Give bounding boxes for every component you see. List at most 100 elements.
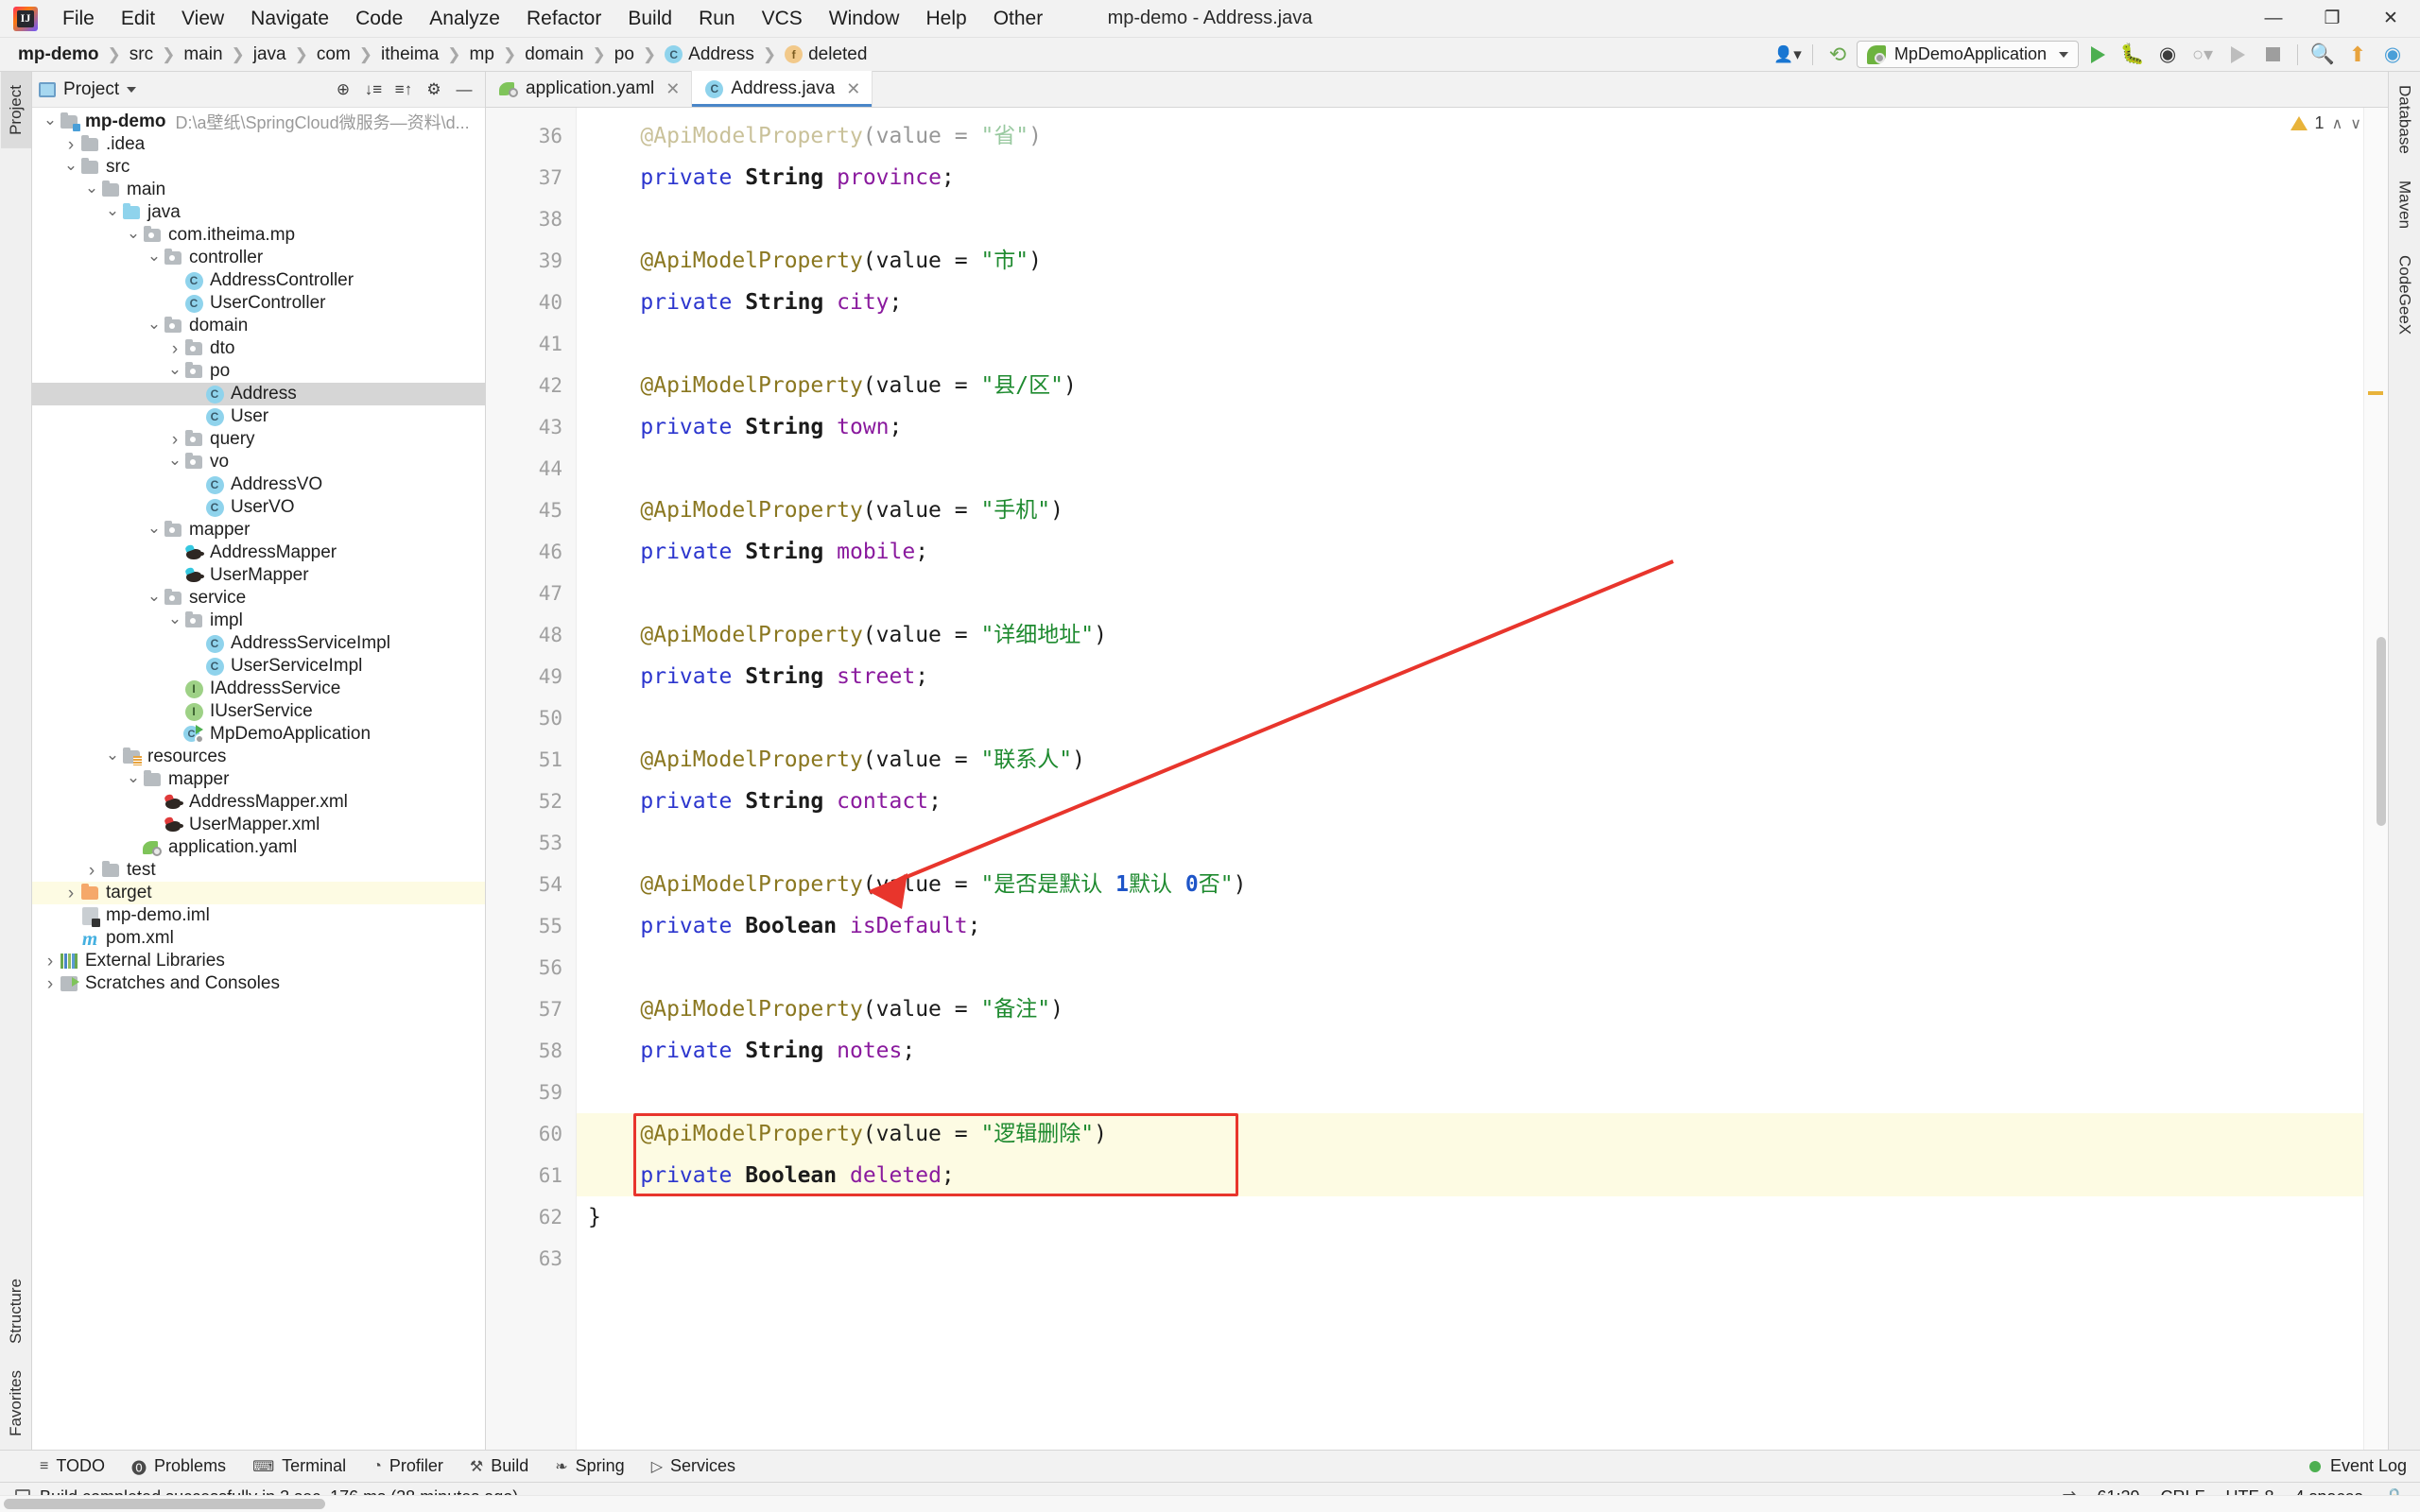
close-icon[interactable]: ✕ (666, 79, 680, 99)
code-line[interactable]: @ApiModelProperty(value = "手机") (577, 490, 2363, 531)
breadcrumb-item-main[interactable]: main (179, 43, 227, 67)
code-line[interactable]: private Boolean isDefault; (577, 905, 2363, 947)
tree-node-query[interactable]: query (32, 428, 485, 451)
chevron-down-icon[interactable] (125, 772, 142, 788)
ai-assistant-icon[interactable]: ◉ (2377, 41, 2409, 69)
tree-node-service[interactable]: service (32, 587, 485, 610)
code-line[interactable]: @ApiModelProperty(value = "省") (577, 115, 2363, 157)
bottom-tab-services[interactable]: ▷ Services (640, 1453, 747, 1479)
code-line[interactable]: @ApiModelProperty(value = "是否是默认 1默认 0否"… (577, 864, 2363, 905)
run-icon[interactable] (2082, 41, 2114, 69)
code-line[interactable] (577, 198, 2363, 240)
menu-item-window[interactable]: Window (816, 4, 913, 34)
chevron-down-icon[interactable] (166, 613, 183, 629)
tree-node-addressmapper-xml[interactable]: AddressMapper.xml (32, 791, 485, 814)
sidebar-item-codegeex[interactable]: CodeGeeX (2390, 242, 2420, 348)
chevron-down-icon[interactable] (62, 160, 79, 176)
update-project-icon[interactable]: ⬆ (2342, 41, 2374, 69)
tree-node-addressvo[interactable]: C AddressVO (32, 473, 485, 496)
code-line[interactable] (577, 323, 2363, 365)
tree-node-address[interactable]: C Address (32, 383, 485, 405)
scrollbar-thumb[interactable] (4, 1499, 325, 1509)
menu-item-build[interactable]: Build (614, 4, 685, 34)
tree-node-addressserviceimpl[interactable]: C AddressServiceImpl (32, 632, 485, 655)
chevron-right-icon[interactable] (62, 136, 79, 154)
code-line[interactable] (577, 947, 2363, 988)
code-line[interactable] (577, 1238, 2363, 1280)
editor-vertical-scrollbar[interactable] (2375, 108, 2388, 1450)
sidebar-item-structure[interactable]: Structure (1, 1265, 31, 1357)
bottom-tab-problems[interactable]: ⓿ Problems (120, 1452, 237, 1481)
code-line[interactable] (577, 573, 2363, 614)
chevron-down-icon[interactable] (125, 228, 142, 244)
chevron-right-icon[interactable] (166, 340, 183, 358)
tree-node-mp-demo-iml[interactable]: mp-demo.iml (32, 904, 485, 927)
code-line[interactable]: @ApiModelProperty(value = "市") (577, 240, 2363, 282)
tree-node-iaddressservice[interactable]: I IAddressService (32, 678, 485, 700)
tree-node-impl[interactable]: impl (32, 610, 485, 632)
breadcrumb-item-mp-demo[interactable]: mp-demo (13, 43, 104, 67)
locate-icon[interactable]: ⊕ (329, 77, 357, 103)
profile-icon[interactable]: ○▾ (2187, 41, 2219, 69)
sidebar-item-maven[interactable]: Maven (2390, 167, 2420, 242)
chevron-down-icon[interactable] (146, 318, 163, 335)
tree-node-usermapper[interactable]: UserMapper (32, 564, 485, 587)
menu-item-code[interactable]: Code (342, 4, 416, 34)
breadcrumb-item-po[interactable]: po (610, 43, 639, 67)
tree-node-controller[interactable]: controller (32, 247, 485, 269)
chevron-down-icon[interactable] (104, 205, 121, 221)
run-with-coverage-icon[interactable]: ◉ (2152, 41, 2184, 69)
run-configuration-selector[interactable]: MpDemoApplication (1856, 41, 2079, 68)
tree-node-domain[interactable]: domain (32, 315, 485, 337)
tree-node-addresscontroller[interactable]: C AddressController (32, 269, 485, 292)
code-line[interactable] (577, 1072, 2363, 1113)
settings-gear-icon[interactable]: ⚙ (420, 77, 448, 103)
code-line[interactable]: private String street; (577, 656, 2363, 697)
chevron-down-icon[interactable] (146, 523, 163, 539)
sidebar-item-favorites[interactable]: Favorites (1, 1357, 31, 1450)
project-tree[interactable]: mp-demo D:\a壁纸\SpringCloud微服务—资料\d... .ide… (32, 108, 485, 1450)
chevron-up-icon[interactable]: ∧ (2332, 114, 2343, 133)
search-everywhere-icon[interactable]: 🔍 (2307, 41, 2339, 69)
code-line[interactable]: private String town; (577, 406, 2363, 448)
breadcrumb-item-java[interactable]: java (249, 43, 291, 67)
tree-node-mp-demo[interactable]: mp-demo D:\a壁纸\SpringCloud微服务—资料\d... (32, 111, 485, 133)
tree-node-usermapper-xml[interactable]: UserMapper.xml (32, 814, 485, 836)
chevron-down-icon[interactable] (166, 455, 183, 471)
code-line[interactable]: } (577, 1196, 2363, 1238)
bottom-tab-todo[interactable]: ≡ TODO (28, 1453, 116, 1479)
close-icon[interactable]: ✕ (846, 79, 860, 99)
code-line[interactable]: @ApiModelProperty(value = "逻辑删除") (577, 1113, 2363, 1155)
tree-node-iuserservice[interactable]: I IUserService (32, 700, 485, 723)
chevron-down-icon[interactable]: ∨ (2350, 114, 2361, 133)
sidebar-item-project[interactable]: Project (0, 72, 31, 148)
bottom-tab-terminal[interactable]: ⌨ Terminal (241, 1453, 357, 1479)
code-line[interactable]: private String mobile; (577, 531, 2363, 573)
tree-node-external-libraries[interactable]: External Libraries (32, 950, 485, 972)
tab-application-yaml[interactable]: application.yaml ✕ (486, 71, 693, 107)
tree-node-addressmapper[interactable]: AddressMapper (32, 541, 485, 564)
breadcrumb-item-address[interactable]: C Address (660, 43, 759, 67)
collapse-all-icon[interactable]: ≡↑ (389, 77, 418, 103)
code-line[interactable]: private String city; (577, 282, 2363, 323)
tree-node-scratches-and-consoles[interactable]: Scratches and Consoles (32, 972, 485, 995)
tree-node--idea[interactable]: .idea (32, 133, 485, 156)
minimize-button[interactable]: — (2244, 0, 2303, 38)
chevron-down-icon[interactable] (146, 250, 163, 266)
menu-item-vcs[interactable]: VCS (749, 4, 816, 34)
code-line[interactable]: private Boolean deleted; (577, 1155, 2363, 1196)
stop-icon[interactable] (2256, 41, 2289, 69)
tree-node-usercontroller[interactable]: C UserController (32, 292, 485, 315)
bottom-tab-build[interactable]: ⚒ Build (458, 1453, 540, 1479)
error-stripe-marker-strip[interactable] (2363, 108, 2388, 1450)
chevron-right-icon[interactable] (42, 975, 59, 993)
breadcrumb-item-itheima[interactable]: itheima (376, 43, 443, 67)
breadcrumb-item-src[interactable]: src (125, 43, 158, 67)
code-line[interactable] (577, 697, 2363, 739)
code-line[interactable]: private String contact; (577, 781, 2363, 822)
menu-item-run[interactable]: Run (685, 4, 749, 34)
hide-panel-icon[interactable]: — (450, 77, 478, 103)
tree-node-userserviceimpl[interactable]: C UserServiceImpl (32, 655, 485, 678)
maximize-button[interactable]: ❐ (2303, 0, 2361, 38)
chevron-right-icon[interactable] (62, 885, 79, 902)
